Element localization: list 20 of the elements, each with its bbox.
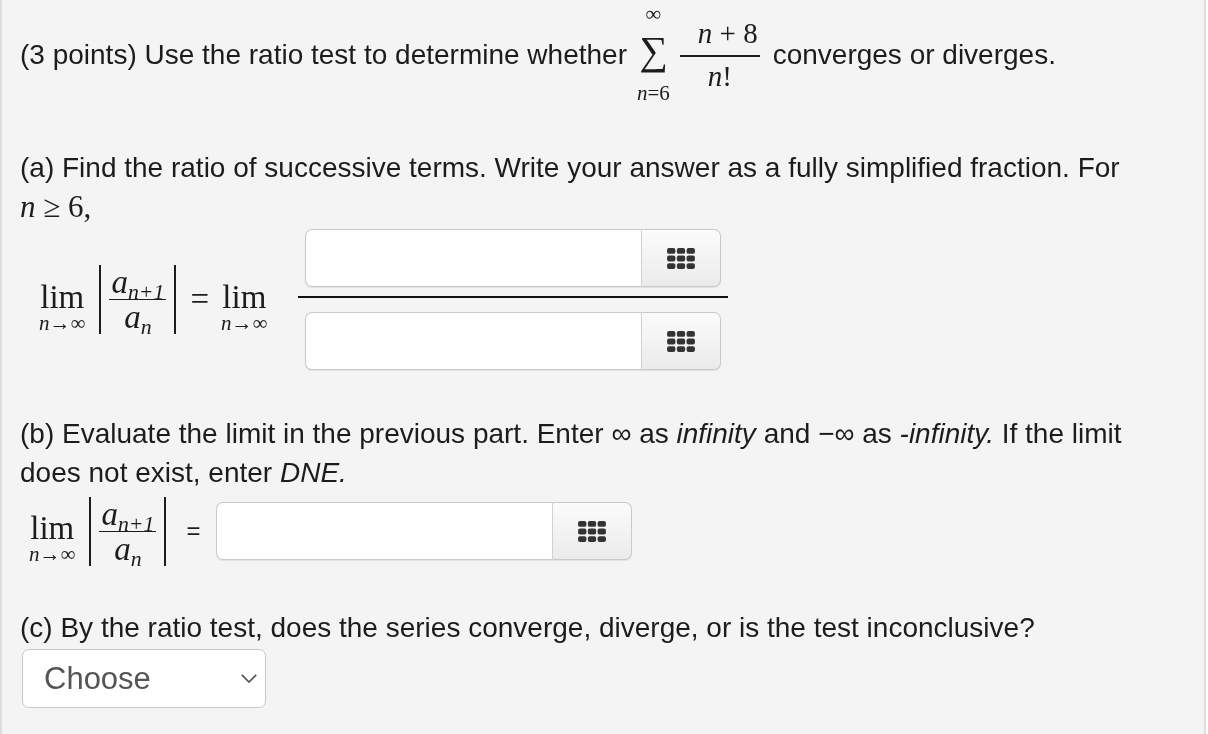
grid-icon <box>666 247 695 269</box>
question-text: (a) Find the ratio of successive terms. Write your answer as a fully simplified fraction. For <box>20 151 1121 185</box>
keypad-button[interactable] <box>640 312 721 370</box>
choose-dropdown[interactable]: Choose <box>22 649 266 708</box>
keypad-button[interactable] <box>640 229 721 287</box>
series-formula: ∞ ∑ n=6 n + 8 n! <box>636 5 760 105</box>
question-text: (b) Evaluate the limit in the previous part. Enter ∞ as infinity and −∞ as -infinity. If the limit does not exist, enter DNE. <box>20 417 1123 490</box>
math-condition: n ≥ 6, <box>20 188 92 226</box>
answer-field[interactable] <box>216 502 553 560</box>
answer-field[interactable] <box>304 312 641 370</box>
grid-icon <box>578 520 607 542</box>
question-text: (3 points) Use the ratio test to determine whether <box>20 39 627 71</box>
chevron-down-icon <box>241 674 257 683</box>
question-text: converges or diverges. <box>772 39 1056 71</box>
grid-icon <box>666 330 695 352</box>
question-text: (c) By the ratio test, does the series converge, diverge, or is the test inconclusive? <box>20 611 1036 645</box>
math-expression: lim n→∞ a$_{n+1}$ a$_{n}$ = <box>29 496 202 566</box>
answer-field[interactable] <box>304 229 641 287</box>
math-expression: lim n→∞ a$_{n+1}$ a$_{n}$ = lim n→∞ <box>39 264 268 335</box>
keypad-button[interactable] <box>552 502 633 560</box>
